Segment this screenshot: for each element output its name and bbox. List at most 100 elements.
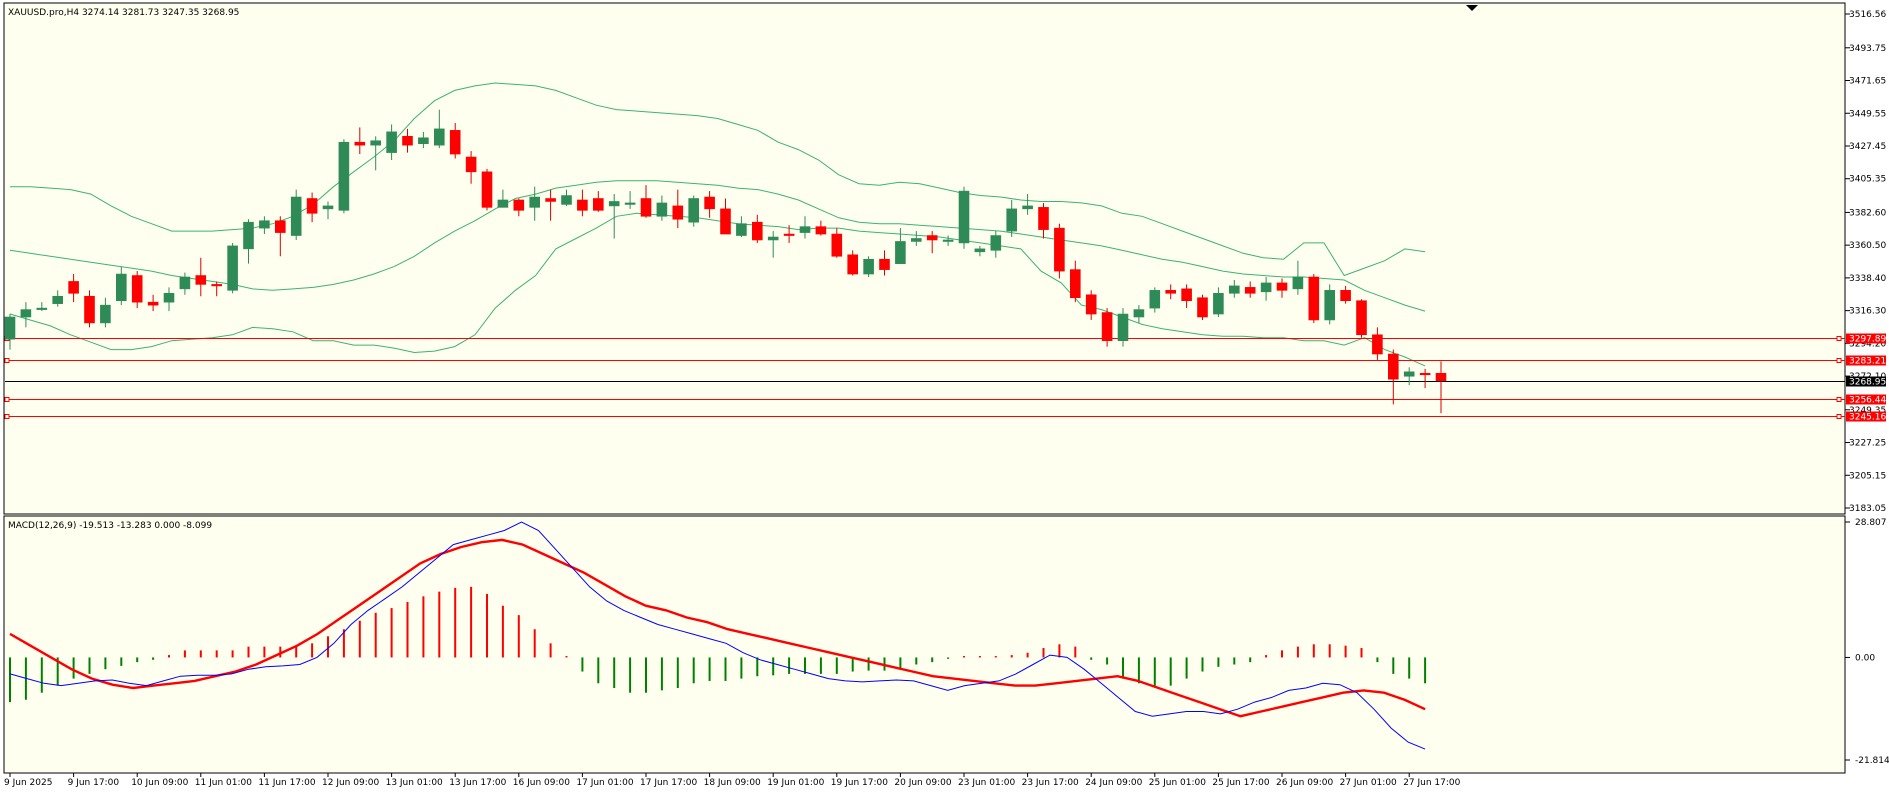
candle-bearish [211,284,222,287]
candle-bullish [20,309,32,318]
price-tick-label: 3205.15 [1849,471,1886,481]
candle-bearish [1244,287,1256,294]
candle-bullish [624,202,636,205]
candle-bullish [179,276,191,290]
price-tick-label: 3427.45 [1849,142,1886,152]
candle-bearish [147,301,159,306]
trading-chart[interactable]: 3516.56 3493.75 3471.65 3449.55 3427.45 3405.… [0,0,1889,792]
level-anchor-right [1836,358,1842,363]
candle-bearish [274,220,286,233]
time-tick-label: 17 Jun 17:00 [640,778,697,788]
price-tick-label: 3338.40 [1849,274,1886,284]
candle-bullish [370,140,382,146]
candle-bullish [958,190,970,244]
time-tick-label: 18 Jun 09:00 [704,778,761,788]
candle-bearish [815,226,827,235]
price-tick-label: 3227.25 [1849,439,1886,449]
candle-bearish [1085,294,1097,315]
time-tick-label: 25 Jun 17:00 [1212,778,1269,788]
candle-bullish [338,141,350,211]
candle-bullish [1006,208,1018,232]
candle-bullish [227,245,238,291]
candle-bearish [354,141,366,146]
candle-bearish [68,281,79,294]
candle-bearish [847,254,859,275]
candle-bearish [831,233,843,257]
price-title: XAUUSD.pro,H4 3274.14 3281.73 3247.35 32… [8,8,239,18]
candle-bullish [322,205,334,210]
candle-bearish [1419,372,1431,376]
time-tick-label: 27 Jun 17:00 [1403,778,1460,788]
candle-bearish [465,156,477,173]
candle-bullish [116,273,127,302]
level-anchor-right [1836,414,1842,419]
candle-bearish [592,198,604,211]
level-anchor-left [4,358,10,363]
price-level-label: 3268.95 [1849,378,1886,388]
candle-bullish [1149,290,1161,309]
candle-bullish [4,316,16,340]
macd-tick-label: 28.807 [1855,518,1887,528]
candle-bullish [433,128,445,146]
candle-bullish [529,196,541,208]
price-level-label: 3283.21 [1849,357,1886,367]
price-tick-label: 3360.50 [1849,241,1886,251]
time-tick-label: 24 Jun 09:00 [1085,778,1142,788]
candle-bearish [545,198,556,202]
time-tick-label: 26 Jun 09:00 [1276,778,1333,788]
price-tick-label: 3183.05 [1849,504,1886,514]
time-tick-label: 19 Jun 01:00 [767,778,824,788]
candle-bearish [1340,290,1351,302]
candle-bearish [577,199,588,211]
candle-bearish [1181,288,1192,302]
candle-bullish [608,201,620,207]
price-tick-label: 3493.75 [1849,44,1886,54]
candle-bearish [1356,300,1367,336]
time-tick-label: 11 Jun 01:00 [195,778,252,788]
time-tick-label: 23 Jun 01:00 [958,778,1015,788]
candle-bullish [1117,313,1129,341]
candle-bearish [720,208,731,235]
candle-bearish [1435,372,1447,381]
time-tick-label: 12 Jun 09:00 [322,778,379,788]
candle-bullish [910,238,922,242]
candle-bullish [767,236,779,241]
macd-title: MACD(12,26,9) -19.513 -13.283 0.000 -8.0… [8,521,212,531]
price-pane[interactable] [3,2,1846,515]
candle-bullish [386,131,397,153]
candle-bullish [1292,276,1304,290]
level-anchor-right [1836,336,1842,341]
macd-tick-label: 0.00 [1855,653,1875,663]
candle-bearish [1070,269,1081,299]
candle-bullish [1324,290,1335,321]
candle-bearish [1197,297,1208,318]
price-tick-label: 3449.55 [1849,109,1886,119]
level-anchor-left [4,397,10,402]
price-level-label: 3297.89 [1849,335,1886,345]
candle-bearish [131,275,143,303]
candle-bullish [100,304,111,324]
time-tick-label: 23 Jun 17:00 [1022,778,1079,788]
candle-bullish [1403,371,1415,377]
time-tick-label: 17 Jun 01:00 [576,778,633,788]
candle-bullish [656,202,668,217]
macd-pane[interactable] [3,515,1846,774]
candle-bullish [688,198,700,223]
price-tick-label: 3471.65 [1849,77,1886,87]
candle-bullish [561,195,572,205]
candle-bullish [942,239,954,242]
candle-bullish [799,226,811,233]
level-anchor-left [4,414,10,419]
time-tick-label: 13 Jun 01:00 [386,778,443,788]
candle-bearish [926,235,938,241]
candle-bullish [736,223,747,236]
candle-bearish [481,171,493,208]
candle-bullish [863,258,874,275]
candle-bearish [1038,207,1049,230]
candle-bullish [290,196,302,236]
time-tick-label: 27 Jun 01:00 [1340,778,1397,788]
candle-bullish [497,199,509,208]
candle-bearish [1372,334,1383,355]
candle-bullish [974,248,986,253]
time-tick-label: 11 Jun 17:00 [258,778,315,788]
